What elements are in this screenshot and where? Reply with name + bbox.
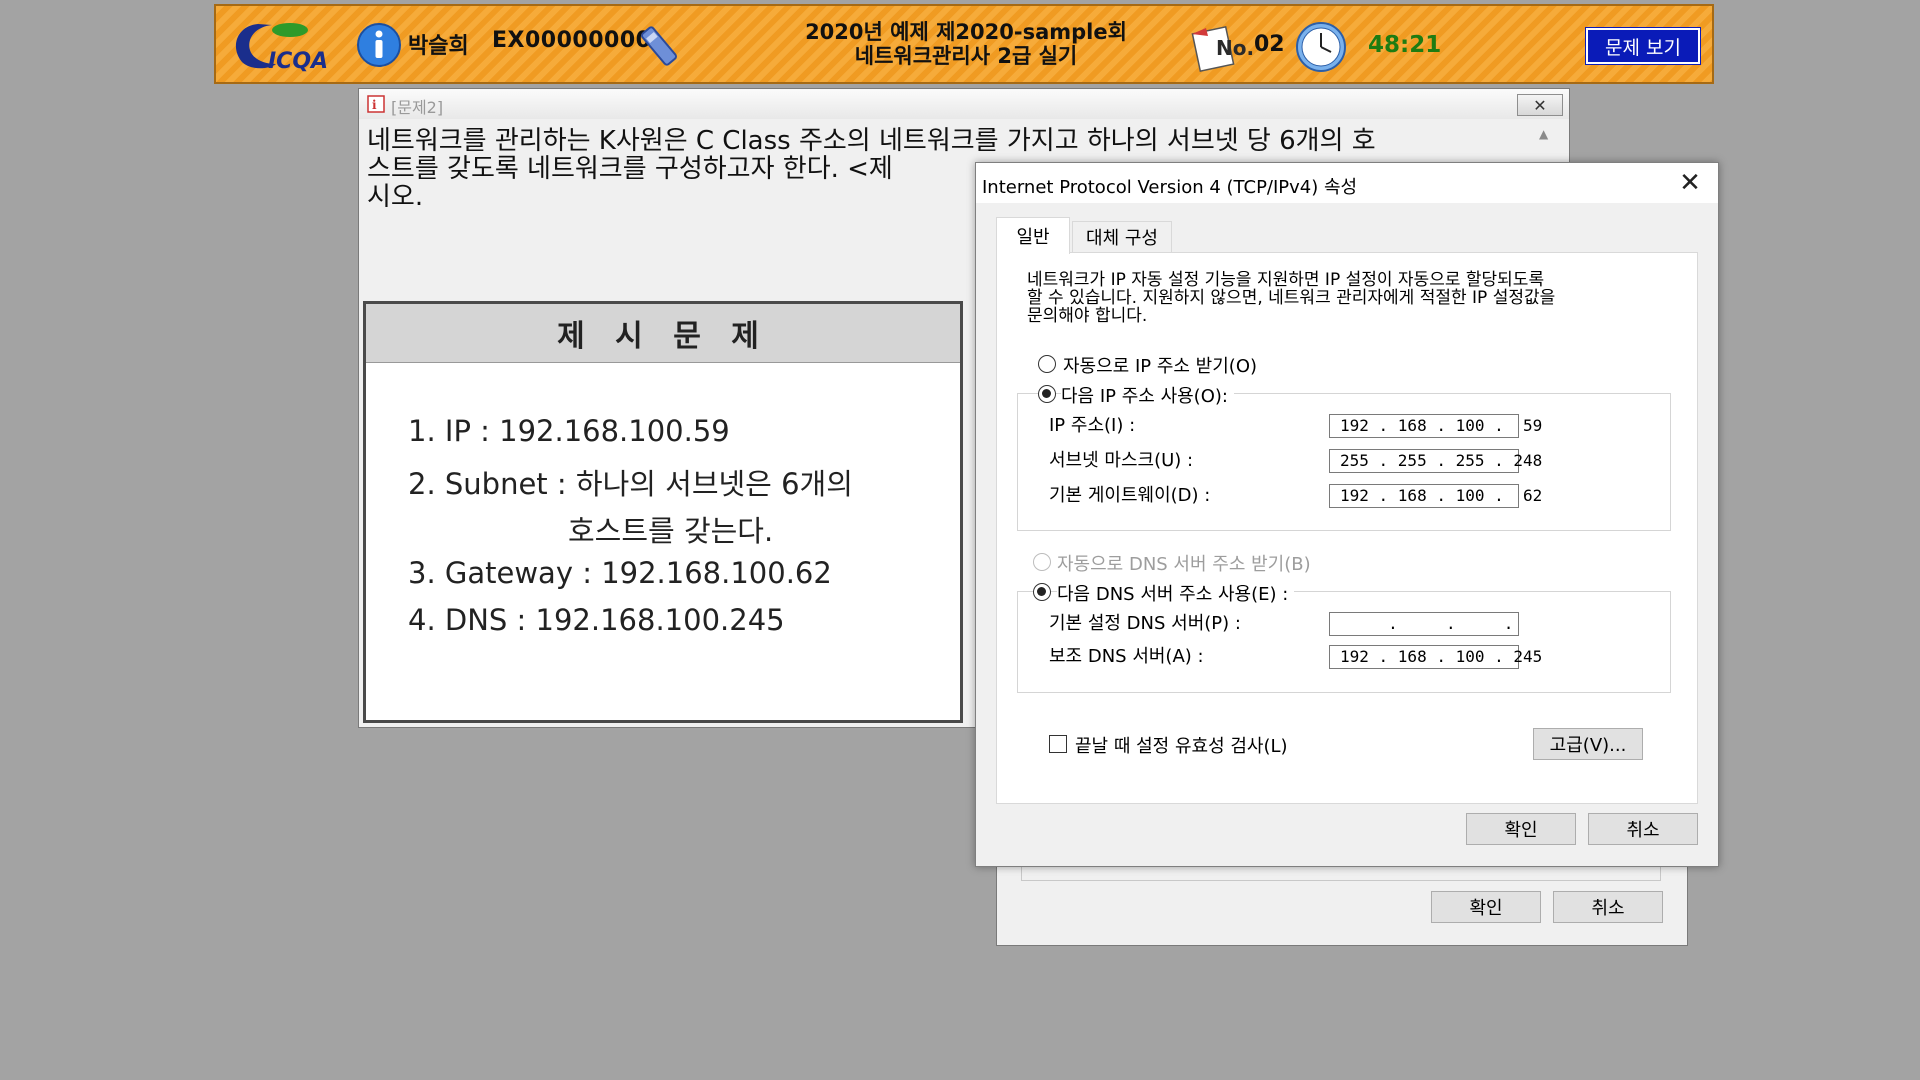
problem-close-button[interactable]: ✕ (1517, 94, 1563, 116)
problem-number-label: No. (1216, 36, 1255, 60)
scroll-up-arrow[interactable]: ▲ (1539, 127, 1555, 155)
auto-ip-radio[interactable] (1038, 355, 1056, 373)
ip-address-label: IP 주소(I) : (1049, 415, 1136, 436)
svg-text:i: i (372, 98, 377, 112)
validate-settings-checkbox[interactable] (1049, 735, 1067, 753)
description-line2: 할 수 있습니다. 지원하지 않으면, 네트워크 관리자에게 적절한 IP 설정… (1027, 288, 1556, 308)
problem-item-gateway: 3. Gateway : 192.168.100.62 (408, 556, 832, 590)
description-line3: 문의해야 합니다. (1027, 306, 1148, 326)
exam-title-line2: 네트워크관리사 2급 실기 (854, 44, 1078, 68)
preferred-dns-field[interactable]: . . . (1329, 612, 1519, 636)
back-cancel-button[interactable]: 취소 (1553, 891, 1663, 923)
icqa-logo: ICQA (235, 23, 328, 74)
exam-title: 2020년 예제 제2020-sample회 네트워크관리사 2급 실기 (736, 20, 1196, 68)
default-gateway-field[interactable]: 192 . 168 . 100 . 62 (1329, 484, 1542, 508)
tcp-titlebar: Internet Protocol Version 4 (TCP/IPv4) 속… (976, 163, 1718, 203)
manual-dns-radio[interactable] (1033, 583, 1051, 601)
advanced-button[interactable]: 고급(V)... (1533, 728, 1643, 760)
alternate-dns-field[interactable]: 192 . 168 . 100 . 245 (1329, 645, 1542, 669)
pen-icon (641, 26, 677, 66)
manual-ip-label[interactable]: 다음 IP 주소 사용(O): (1061, 382, 1234, 408)
remaining-time: 48:21 (1368, 32, 1442, 58)
ip-address-field[interactable]: 192 . 168 . 100 . 59 (1329, 414, 1542, 438)
auto-dns-label[interactable]: 자동으로 DNS 서버 주소 받기(B) (1057, 550, 1311, 576)
problem-number: 02 (1254, 32, 1285, 57)
tab-general[interactable]: 일반 (996, 217, 1070, 254)
tcpipv4-properties-dialog: Internet Protocol Version 4 (TCP/IPv4) 속… (975, 162, 1719, 867)
user-name: 박슬희 (408, 34, 469, 59)
general-tab-panel: 네트워크가 IP 자동 설정 기능을 지원하면 IP 설정이 자동으로 할당되도… (996, 252, 1698, 804)
svg-text:ICQA: ICQA (268, 49, 328, 74)
validate-settings-label[interactable]: 끝날 때 설정 유효성 검사(L) (1075, 732, 1288, 758)
presented-problem-box: 제 시 문 제 1. IP : 192.168.100.59 2. Subnet… (363, 301, 963, 723)
description-line1: 네트워크가 IP 자동 설정 기능을 지원하면 IP 설정이 자동으로 할당되도… (1027, 270, 1545, 290)
exam-title-line1: 2020년 예제 제2020-sample회 (805, 20, 1127, 44)
subnet-mask-field[interactable]: 255 . 255 . 255 . 248 (1329, 449, 1542, 473)
subnet-mask-label: 서브넷 마스크(U) : (1049, 450, 1194, 471)
problem-item-subnet: 2. Subnet : 하나의 서브넷은 6개의 (408, 467, 853, 501)
presented-problem-heading: 제 시 문 제 (366, 304, 960, 363)
dialog-description: 네트워크가 IP 자동 설정 기능을 지원하면 IP 설정이 자동으로 할당되도… (1027, 271, 1667, 325)
problem-item-subnet-cont: 호스트를 갖는다. (568, 514, 774, 548)
preferred-dns-label: 기본 설정 DNS 서버(P) : (1049, 613, 1241, 634)
question-line1: 네트워크를 관리하는 K사원은 C Class 주소의 네트워크를 가지고 하나… (367, 126, 1376, 156)
problem-item-ip: 1. IP : 192.168.100.59 (408, 414, 730, 448)
problem-titlebar: i [문제2] ✕ (359, 89, 1569, 119)
tab-alternate-configuration[interactable]: 대체 구성 (1072, 221, 1172, 252)
manual-dns-label[interactable]: 다음 DNS 서버 주소 사용(E) : (1057, 580, 1295, 606)
auto-ip-label[interactable]: 자동으로 IP 주소 받기(O) (1063, 352, 1257, 378)
cancel-button[interactable]: 취소 (1588, 813, 1698, 845)
default-gateway-label: 기본 게이트웨이(D) : (1049, 485, 1211, 506)
back-ok-button[interactable]: 확인 (1431, 891, 1541, 923)
auto-dns-radio[interactable] (1033, 553, 1051, 571)
tcp-dialog-title: Internet Protocol Version 4 (TCP/IPv4) 속… (982, 177, 1358, 198)
tcp-close-button[interactable]: ✕ (1670, 167, 1710, 199)
manual-ip-radio[interactable] (1038, 385, 1056, 403)
clock-icon (1296, 22, 1346, 72)
alternate-dns-label: 보조 DNS 서버(A) : (1049, 646, 1204, 667)
problem-item-dns: 4. DNS : 192.168.100.245 (408, 603, 785, 637)
ok-button[interactable]: 확인 (1466, 813, 1576, 845)
info-icon (357, 23, 401, 67)
exam-top-bar: ICQA 박슬희 EX00000000 2020년 예제 제2020-sampl… (214, 4, 1714, 84)
app-icon: i (367, 95, 385, 113)
view-problem-button[interactable]: 문제 보기 (1585, 27, 1701, 65)
problem-window-title: [문제2] (391, 98, 444, 117)
exam-id: EX00000000 (492, 28, 652, 53)
